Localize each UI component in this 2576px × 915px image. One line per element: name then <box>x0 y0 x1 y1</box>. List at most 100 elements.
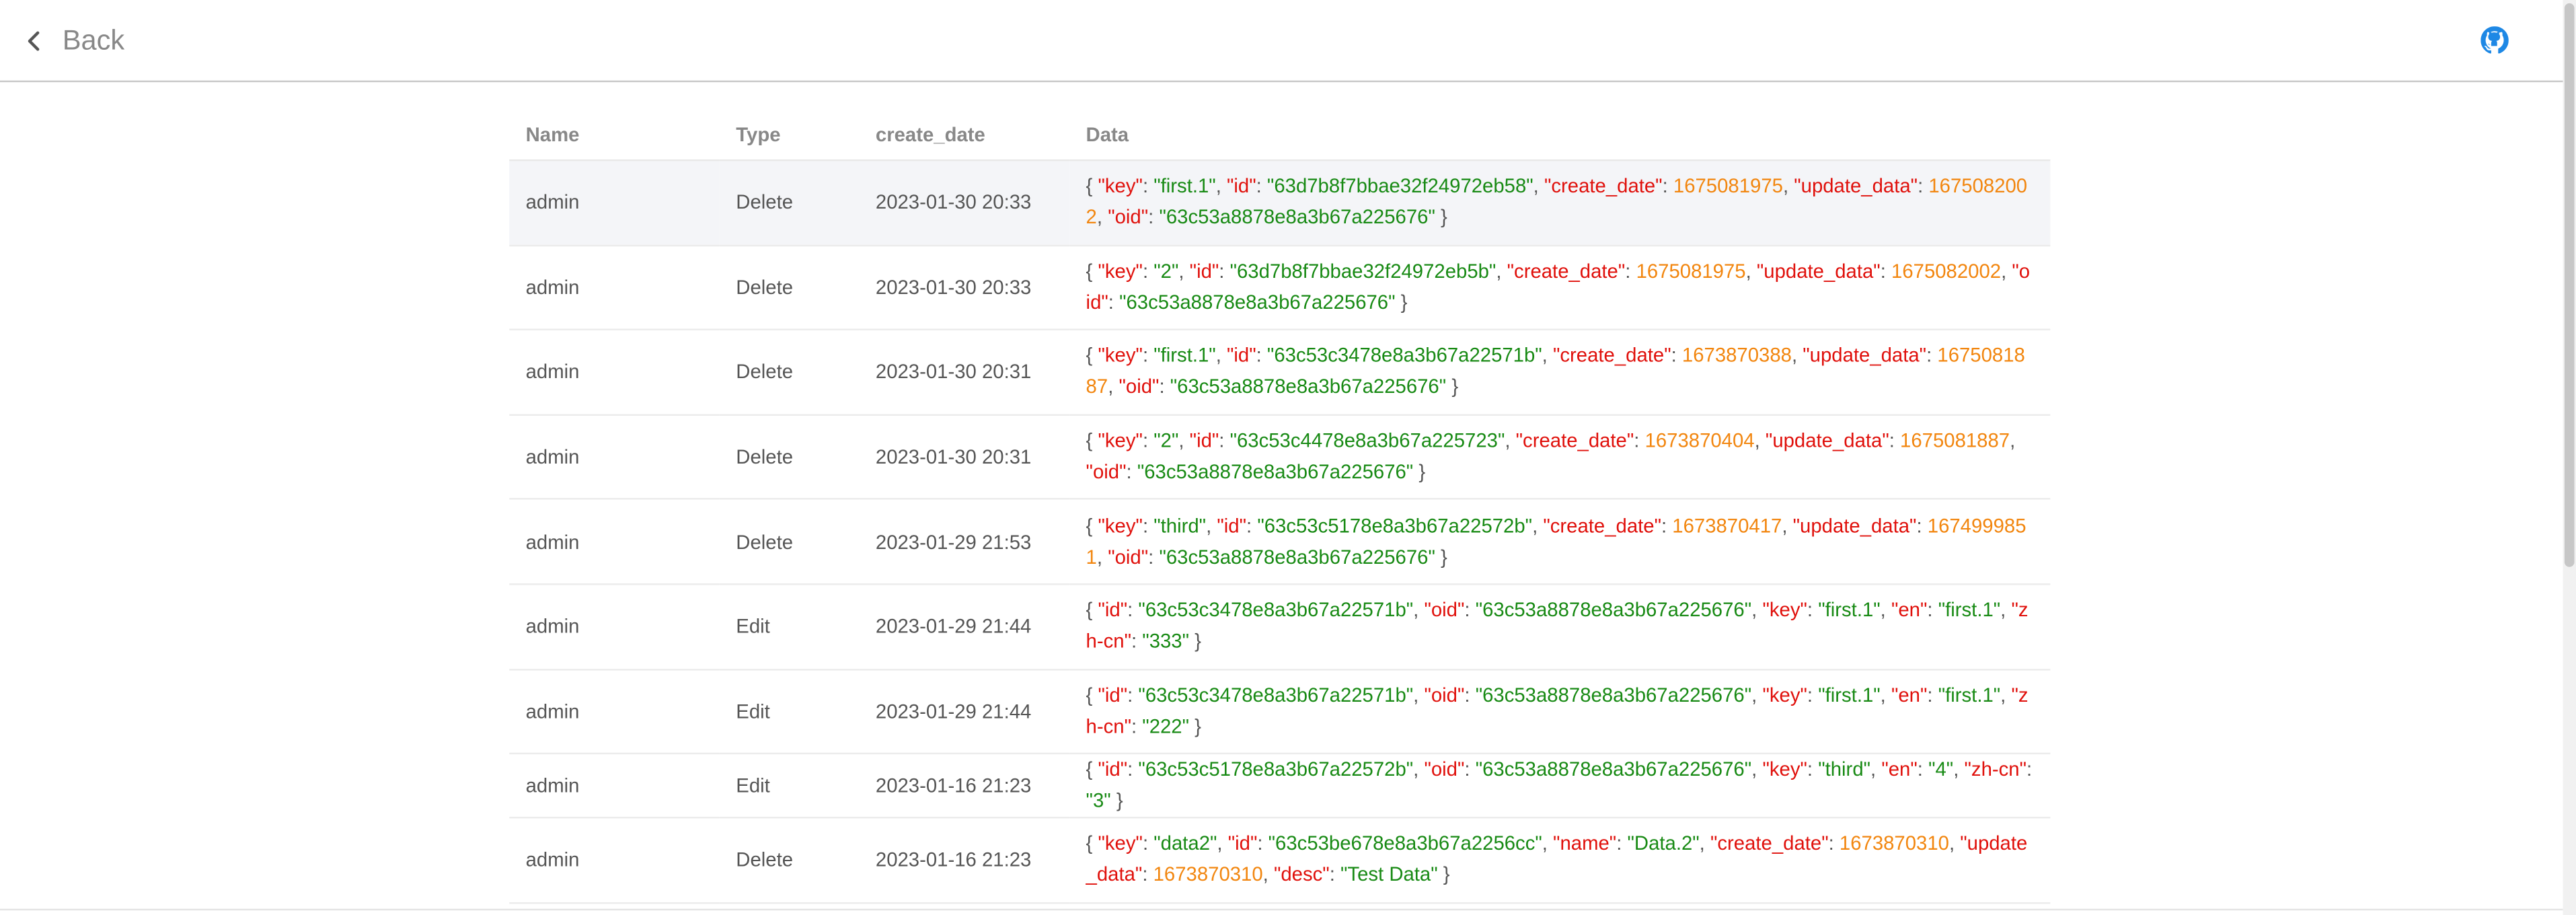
json-key: "name" <box>1553 832 1617 856</box>
cell-data: { "id": "63c53c3478e8a3b67a22571b", "oid… <box>1069 669 2051 755</box>
json-value: "first.1" <box>1818 598 1881 622</box>
cell-create-date: 2023-01-30 20:33 <box>859 160 1070 246</box>
json-colon: : <box>1807 758 1819 781</box>
json-comma: , <box>1751 683 1763 706</box>
json-comma: , <box>1751 598 1763 622</box>
json-value: "first.1" <box>1153 344 1216 367</box>
json-key: "desc" <box>1273 863 1330 887</box>
json-comma: , <box>1413 758 1425 781</box>
cell-name: admin <box>509 160 720 246</box>
json-key: "id" <box>1227 344 1256 367</box>
cell-type: Delete <box>719 245 860 331</box>
table-row[interactable]: admin Delete 2023-01-16 21:23{ "key": "dat… <box>509 817 2051 904</box>
json-brace: } <box>1435 545 1447 569</box>
json-key: "oid" <box>1108 545 1149 569</box>
json-key: "key" <box>1762 683 1807 706</box>
json-key: "en" <box>1881 758 1918 781</box>
cell-type: Delete <box>719 414 860 501</box>
json-key: "id" <box>1098 598 1128 622</box>
json-colon: : <box>1828 832 1840 856</box>
json-comma: , <box>1217 832 1228 856</box>
json-comma: , <box>1699 832 1710 856</box>
json-key: "en" <box>1891 598 1928 622</box>
table-row[interactable]: admin Delete 2023-01-30 20:33{ "key": "fir… <box>509 160 2051 246</box>
github-icon[interactable] <box>2480 26 2509 54</box>
json-colon: : <box>1108 291 1120 314</box>
table-row[interactable]: admin Delete 2023-01-30 20:33{ "key": "2",… <box>509 245 2051 331</box>
json-brace: } <box>1110 789 1123 813</box>
json-key: "create_date" <box>1515 429 1634 452</box>
json-value: "Test Data" <box>1340 863 1438 887</box>
json-colon: : <box>2026 758 2033 781</box>
json-colon: : <box>1159 375 1170 399</box>
json-key: "oid" <box>1424 598 1465 622</box>
json-key: "update_data" <box>1756 259 1881 283</box>
json-value: "63c53c3478e8a3b67a22571b" <box>1138 598 1414 622</box>
scrollbar-thumb[interactable] <box>2564 3 2575 567</box>
cell-data: { "key": "third", "id": "63c53c5178e8a3b… <box>1069 499 2051 585</box>
json-value: "222" <box>1142 715 1190 738</box>
json-colon: : <box>1127 758 1139 781</box>
column-header-name: Name <box>509 108 720 161</box>
json-brace: { <box>1086 174 1098 198</box>
json-key: "oid" <box>1108 206 1149 229</box>
json-comma: , <box>1782 513 1793 537</box>
json-colon: : <box>1807 598 1819 622</box>
json-brace: } <box>1189 630 1201 653</box>
cell-create-date: 2023-01-30 20:33 <box>859 245 1070 331</box>
json-key: "oid" <box>1424 758 1465 781</box>
json-colon: : <box>1671 344 1682 367</box>
back-label: Back <box>62 24 125 57</box>
json-colon: : <box>1131 715 1143 738</box>
column-header-data: Data <box>1069 108 2051 161</box>
table-row[interactable]: admin Delete 2023-01-30 20:31{ "key": "fir… <box>509 330 2051 416</box>
json-key: "create_date" <box>1543 513 1662 537</box>
chevron-left-icon <box>23 30 46 52</box>
json-colon: : <box>1634 429 1645 452</box>
json-colon: : <box>1256 174 1267 198</box>
cell-type: Edit <box>719 669 860 755</box>
json-value: "63c53a8878e8a3b67a225676" <box>1119 291 1396 314</box>
json-value: 1673870417 <box>1672 513 1782 537</box>
json-comma: , <box>1413 683 1425 706</box>
json-comma: , <box>1782 174 1794 198</box>
json-colon: : <box>1127 598 1139 622</box>
json-value: "63c53a8878e8a3b67a225676" <box>1475 758 1752 781</box>
table-row[interactable]: admin Delete 2023-01-29 21:53{ "key": "thi… <box>509 499 2051 585</box>
operation-log-table: Name Type create_date Data admin Delete 20… <box>509 108 2051 904</box>
json-value: 1673870388 <box>1681 344 1792 367</box>
json-key: "key" <box>1098 344 1143 367</box>
cell-type: Delete <box>719 499 860 585</box>
json-value: "Data.2" <box>1627 832 1700 856</box>
cell-type: Delete <box>719 160 860 246</box>
vertical-scrollbar[interactable] <box>2563 0 2576 915</box>
json-colon: : <box>1807 683 1819 706</box>
json-key: "id" <box>1098 758 1128 781</box>
bottom-divider <box>0 908 2563 911</box>
json-brace: } <box>1413 460 1426 484</box>
json-value: "63c53c3478e8a3b67a22571b" <box>1138 683 1414 706</box>
cell-create-date: 2023-01-30 20:31 <box>859 414 1070 501</box>
json-value: "4" <box>1928 758 1954 781</box>
table-row[interactable]: admin Edit 2023-01-29 21:44{ "id": "63c53c… <box>509 669 2051 755</box>
table-row[interactable]: admin Delete 2023-01-30 20:31{ "key": "2",… <box>509 414 2051 501</box>
cell-create-date: 2023-01-30 20:31 <box>859 330 1070 416</box>
json-brace: } <box>1395 291 1408 314</box>
column-header-type: Type <box>719 108 860 161</box>
json-key: "update_data" <box>1803 344 1927 367</box>
column-header-create-date: create_date <box>859 108 1070 161</box>
json-value: "63c53a8878e8a3b67a225676" <box>1170 375 1447 399</box>
table-row[interactable]: admin Edit 2023-01-16 21:23{ "id": "63c53c… <box>509 754 2051 819</box>
json-brace: } <box>1189 715 1201 738</box>
back-button[interactable]: Back <box>23 23 124 59</box>
cell-name: admin <box>509 414 720 501</box>
json-value: "63c53c5178e8a3b67a22572b" <box>1257 513 1533 537</box>
json-colon: : <box>1927 683 1938 706</box>
json-key: "create_date" <box>1544 174 1663 198</box>
json-comma: , <box>1751 758 1763 781</box>
json-comma: , <box>1870 758 1882 781</box>
json-value: "63c53c5178e8a3b67a22572b" <box>1138 758 1414 781</box>
json-value: "3" <box>1086 789 1111 813</box>
table-row[interactable]: admin Edit 2023-01-29 21:44{ "id": "63c53c… <box>509 584 2051 670</box>
json-comma: , <box>1206 513 1217 537</box>
